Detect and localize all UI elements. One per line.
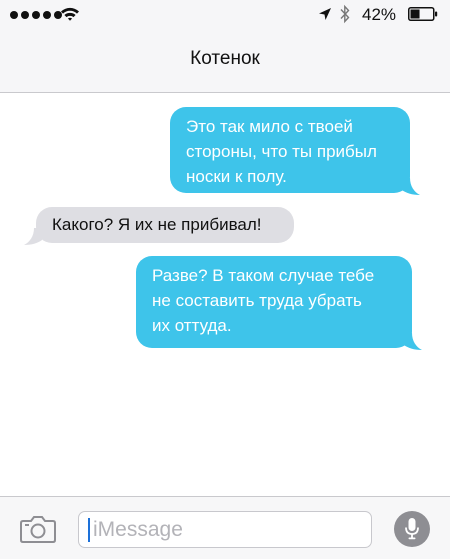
bubble-tail <box>402 333 422 350</box>
microphone-icon <box>405 518 419 540</box>
message-input-bar <box>0 496 450 559</box>
signal-dot <box>10 11 18 19</box>
messages-screen: 42% Котенок Это так мило с твоей стороны… <box>0 0 450 559</box>
battery-percent: 42% <box>362 5 397 24</box>
bluetooth-icon <box>340 4 350 24</box>
bubble-tail <box>400 178 420 195</box>
message-bubble-incoming[interactable]: Какого? Я их не прибивал! <box>36 207 294 243</box>
location-icon <box>319 8 331 20</box>
microphone-button[interactable] <box>394 511 430 547</box>
imessage-input[interactable] <box>78 511 372 548</box>
bubble-tail <box>24 228 44 245</box>
battery-fill <box>410 9 420 19</box>
header: 42% Котенок <box>0 0 450 93</box>
signal-dot <box>32 11 40 19</box>
signal-dot <box>43 11 51 19</box>
wifi-icon <box>61 7 79 21</box>
message-bubble-outgoing[interactable]: Это так мило с твоей стороны, что ты при… <box>170 107 410 193</box>
message-bubble-outgoing[interactable]: Разве? В таком случае тебе не составить … <box>136 256 412 348</box>
text-caret <box>88 518 90 542</box>
conversation-title: Котенок <box>190 48 260 69</box>
signal-strength-icon <box>10 11 62 19</box>
battery-icon <box>408 7 438 21</box>
camera-icon[interactable] <box>20 515 56 543</box>
signal-dot <box>21 11 29 19</box>
status-bar: 42% <box>0 0 450 34</box>
